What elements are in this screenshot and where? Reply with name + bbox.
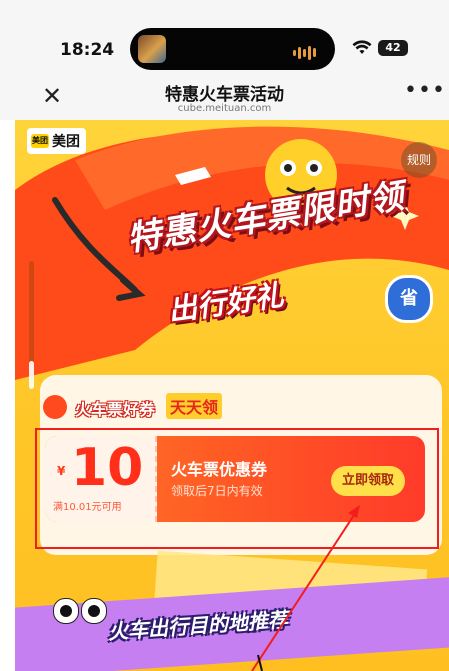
now-playing-artwork: [138, 35, 166, 63]
status-time: 18:24: [60, 40, 115, 60]
coupon-amount: 10: [71, 438, 144, 498]
meituan-logo-mark: 美团: [31, 133, 49, 148]
claim-coupon-button[interactable]: 立即领取: [331, 466, 405, 496]
meituan-logo: 美团 美团: [27, 128, 86, 154]
mascot-eyes-icon: [53, 598, 107, 624]
status-bar: 18:24 42: [0, 0, 449, 72]
coupon-validity: 领取后7日内有效: [171, 484, 263, 498]
savings-badge: 省: [385, 275, 433, 323]
rules-button[interactable]: 规则: [401, 142, 437, 178]
hero-background: [15, 126, 449, 380]
audio-waveform-icon: [293, 42, 321, 60]
dynamic-island[interactable]: [130, 28, 335, 70]
coupon-name: 火车票优惠券: [171, 460, 268, 479]
more-menu-icon[interactable]: •••: [404, 78, 446, 103]
train-icon: [43, 395, 67, 419]
coupon-condition: 满10.01元可用: [53, 502, 122, 513]
train-coupon-card[interactable]: ¥ 10 满10.01元可用 火车票优惠券 领取后7日内有效 立即领取: [45, 436, 425, 522]
meituan-logo-text: 美团: [52, 133, 80, 150]
activity-page: 美团 美团 规则 特惠火车票限时领 出行好礼 省 火车票好券 天天领 ¥ 10 满…: [15, 120, 449, 671]
battery-indicator: 42: [378, 40, 408, 56]
nav-bar: ✕ 特惠火车票活动 cube.meituan.com •••: [0, 72, 449, 120]
coupon-value-stub: ¥ 10 满10.01元可用: [45, 436, 157, 522]
coupon-currency: ¥: [57, 464, 66, 478]
wifi-icon: [352, 40, 372, 54]
page-title: 特惠火车票活动: [165, 85, 284, 105]
coupon-section-title: 火车票好券: [75, 400, 156, 419]
page-url: cube.meituan.com: [177, 103, 272, 114]
scrollbar-thumb[interactable]: [29, 361, 34, 389]
coupon-section-title-accent: 天天领: [166, 393, 223, 419]
